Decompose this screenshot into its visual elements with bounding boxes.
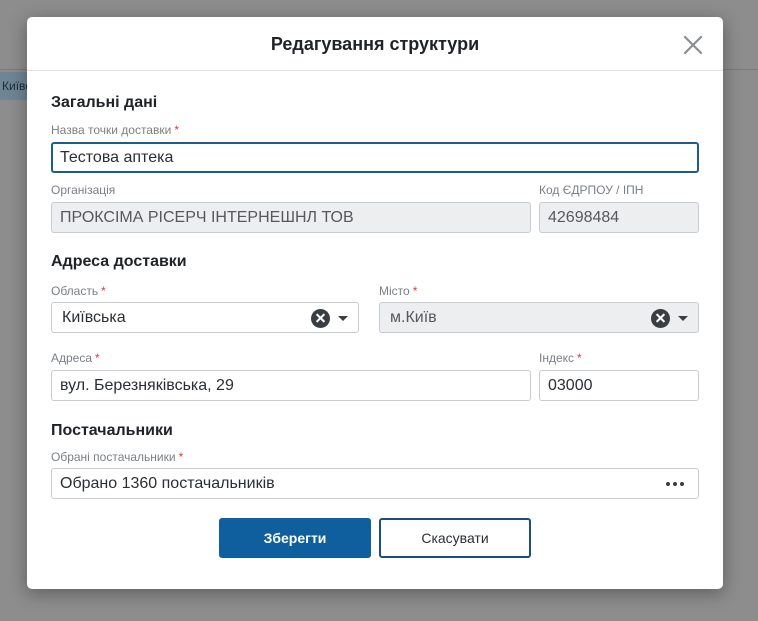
city-select[interactable]: м.Київ xyxy=(379,302,699,333)
required-mark: * xyxy=(174,123,179,137)
chevron-down-icon[interactable] xyxy=(338,315,348,321)
organization-label: Організація xyxy=(51,183,116,197)
edit-structure-dialog: Редагування структури Загальні дані Назв… xyxy=(27,17,723,589)
chevron-down-icon[interactable] xyxy=(678,315,688,321)
selected-suppliers-field[interactable]: Обрано 1360 постачальників xyxy=(51,468,699,499)
edrpou-label: Код ЄДРПОУ / ІПН xyxy=(539,183,644,197)
clear-region-icon[interactable] xyxy=(311,308,330,328)
organization-field: ПРОКСІМА РІСЕРЧ ІНТЕРНЕШНЛ ТОВ xyxy=(51,202,531,233)
street-input[interactable]: вул. Березняківська, 29 xyxy=(51,370,531,401)
section-general-title: Загальні дані xyxy=(51,94,158,111)
delivery-point-input[interactable]: Тестова аптека xyxy=(51,142,699,173)
clear-city-icon[interactable] xyxy=(651,308,670,328)
required-mark: * xyxy=(95,351,100,365)
save-button[interactable]: Зберегти xyxy=(219,518,371,558)
required-mark: * xyxy=(412,284,418,298)
selected-suppliers-value: Обрано 1360 постачальників xyxy=(60,475,275,492)
city-select-value: м.Київ xyxy=(390,309,437,326)
required-mark: * xyxy=(178,450,184,464)
selected-suppliers-label: Обрані постачальники * xyxy=(51,450,184,464)
more-dots-icon[interactable] xyxy=(666,482,684,486)
delivery-point-label: Назва точки доставки * xyxy=(51,123,179,137)
section-suppliers-title: Постачальники xyxy=(51,422,173,439)
dialog-title: Редагування структури xyxy=(270,34,480,54)
cancel-button[interactable]: Скасувати xyxy=(379,518,531,558)
region-select[interactable]: Київська xyxy=(51,302,359,333)
edrpou-field: 42698484 xyxy=(539,202,699,233)
index-input[interactable]: 03000 xyxy=(539,370,699,401)
required-mark: * xyxy=(101,284,106,298)
required-mark: * xyxy=(577,351,582,365)
city-label: Місто * xyxy=(379,284,418,298)
dialog-header: Редагування структури xyxy=(27,17,723,71)
section-address-title: Адреса доставки xyxy=(51,253,187,270)
street-label: Адреса * xyxy=(51,351,100,365)
region-label: Область * xyxy=(51,284,106,298)
region-select-value: Київська xyxy=(62,309,126,326)
index-label: Індекс * xyxy=(539,351,582,365)
close-icon[interactable] xyxy=(683,35,703,55)
background-region-chip: Київська xyxy=(0,72,30,100)
